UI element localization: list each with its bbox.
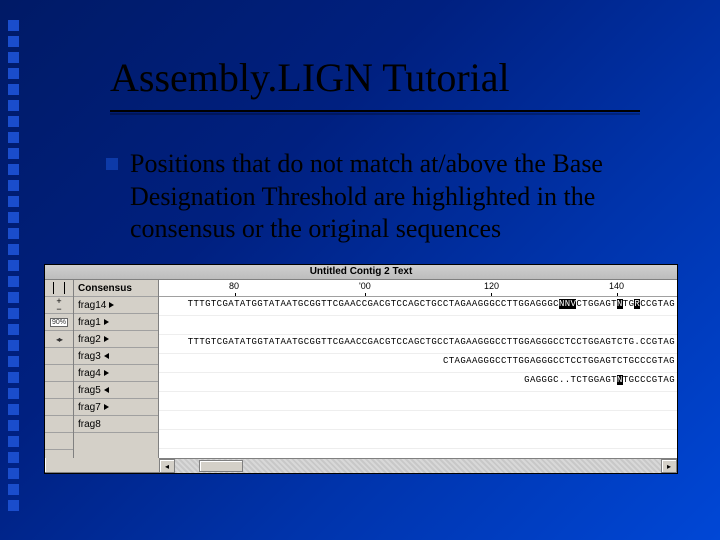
direction-right-icon	[109, 302, 114, 308]
ruler-tick-80: 80	[229, 281, 239, 291]
window-titlebar: Untitled Contig 2 Text	[45, 265, 677, 280]
seq-frag4[interactable]	[159, 392, 677, 411]
ruler-tick-140: 140	[609, 281, 624, 291]
direction-left-icon	[104, 353, 109, 359]
scroll-right-button[interactable]: ▸	[661, 459, 677, 473]
scroll-track[interactable]	[175, 459, 661, 473]
seq-frag3[interactable]: GAGGGC..TCTGGAGTNTGCCCGTAG	[159, 373, 677, 392]
mismatch-highlight: NNV	[559, 299, 576, 309]
seq-consensus[interactable]: TTTGTCGATATGGTATAATGCGGTTCGAACCGACGTCCAG…	[159, 297, 677, 316]
track-name-consensus[interactable]: Consensus	[74, 280, 158, 297]
direction-right-icon	[104, 404, 109, 410]
horizontal-scrollbar[interactable]: ◂ ▸	[159, 458, 677, 473]
track-names-column: Consensus frag14 frag1 frag2 frag3 frag4…	[74, 280, 159, 458]
decorative-side-squares	[8, 20, 20, 516]
seq-frag2[interactable]: CTAGAAGGGCCTTGGAGGGCCTCCTGGAGTCTGCCCGTAG	[159, 354, 677, 373]
direction-right-icon	[104, 370, 109, 376]
seq-frag7[interactable]	[159, 430, 677, 449]
threshold-indicator[interactable]: 90%	[45, 314, 73, 331]
sequence-area[interactable]: 80 '00 120 140 TTTGTCGATATGGTATAATGCGGTT…	[159, 280, 677, 458]
position-ruler: 80 '00 120 140	[159, 280, 677, 297]
zoom-tool-icon[interactable]: +−	[45, 297, 73, 314]
bullet-square-icon	[106, 158, 118, 170]
direction-right-icon	[104, 319, 109, 325]
title-underline	[110, 110, 640, 112]
nav-arrows-icon[interactable]: ◂▸	[45, 331, 73, 348]
direction-right-icon	[104, 336, 109, 342]
seq-frag5[interactable]	[159, 411, 677, 430]
tool-column: +− 90% ◂▸	[45, 280, 74, 458]
cursor-tool-icon[interactable]	[45, 280, 73, 297]
scroll-thumb[interactable]	[199, 460, 243, 472]
seq-frag1[interactable]: TTTGTCGATATGGTATAATGCGGTTCGAACCGACGTCCAG…	[159, 335, 677, 354]
track-name-frag1[interactable]: frag1	[74, 314, 158, 331]
seq-frag14[interactable]	[159, 316, 677, 335]
track-name-frag5[interactable]: frag5	[74, 382, 158, 399]
window-body: +− 90% ◂▸ Consensus frag14 frag1 frag2 f…	[45, 280, 677, 458]
contig-window: Untitled Contig 2 Text +− 90% ◂▸ Consens…	[44, 264, 678, 474]
ruler-tick-100: '00	[359, 281, 371, 291]
bullet-text: Positions that do not match at/above the…	[130, 149, 603, 243]
slide-title: Assembly.LIGN Tutorial	[110, 54, 510, 101]
track-name-frag4[interactable]: frag4	[74, 365, 158, 382]
track-name-frag14[interactable]: frag14	[74, 297, 158, 314]
seq-frag8[interactable]	[159, 449, 677, 458]
track-name-frag3[interactable]: frag3	[74, 348, 158, 365]
scroll-left-button[interactable]: ◂	[159, 459, 175, 473]
track-name-frag7[interactable]: frag7	[74, 399, 158, 416]
slide: Assembly.LIGN Tutorial Positions that do…	[0, 0, 720, 540]
ruler-tick-120: 120	[484, 281, 499, 291]
track-name-frag2[interactable]: frag2	[74, 331, 158, 348]
bullet-text-block: Positions that do not match at/above the…	[130, 148, 670, 246]
track-name-frag8[interactable]: frag8	[74, 416, 158, 433]
direction-left-icon	[104, 387, 109, 393]
